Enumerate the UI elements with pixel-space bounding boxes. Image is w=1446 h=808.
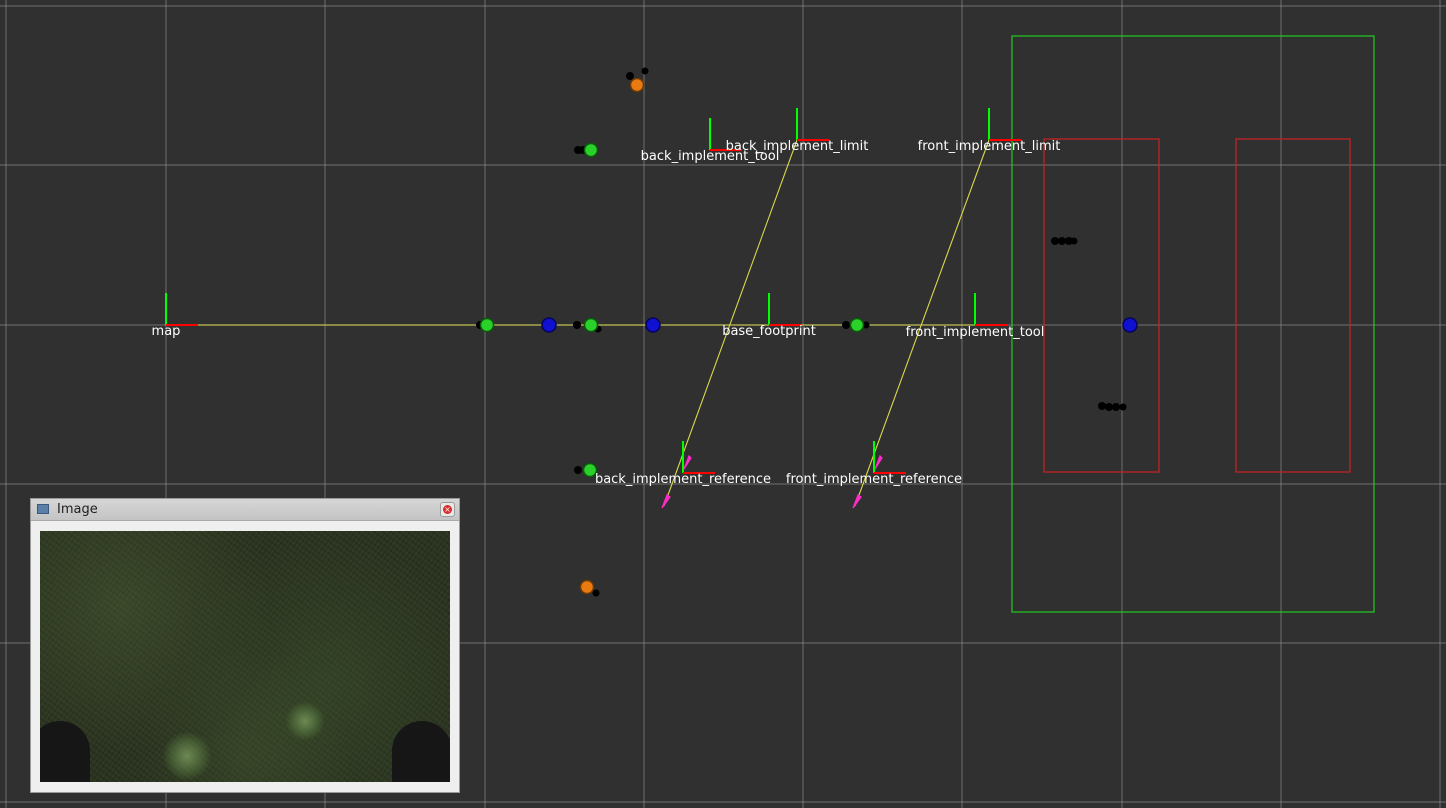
frame-axes-front-implement-limit bbox=[988, 108, 1021, 141]
frame-axes-back-implement-limit bbox=[796, 108, 829, 141]
close-icon: × bbox=[443, 505, 452, 514]
blue-marker bbox=[541, 317, 557, 333]
green-marker bbox=[849, 317, 865, 333]
frame-label-back-implement-limit: back_implement_limit bbox=[726, 139, 869, 154]
close-button[interactable]: × bbox=[440, 502, 455, 517]
point bbox=[1051, 237, 1059, 245]
arrow-head bbox=[852, 494, 862, 509]
frame-label-front-implement-limit: front_implement_limit bbox=[918, 139, 1061, 154]
point bbox=[574, 466, 582, 474]
point bbox=[1058, 237, 1066, 245]
point bbox=[1119, 403, 1127, 411]
tf-link-front-limit-reference bbox=[854, 139, 990, 507]
camera-image bbox=[40, 531, 450, 782]
outer-zone-green bbox=[1011, 35, 1375, 613]
frame-label-base-footprint: base_footprint bbox=[722, 324, 816, 339]
weed-plant bbox=[285, 701, 325, 741]
orange-marker bbox=[579, 579, 595, 595]
point bbox=[1112, 403, 1120, 411]
point bbox=[626, 72, 634, 80]
point bbox=[1105, 403, 1113, 411]
orange-marker bbox=[629, 77, 645, 93]
blue-marker bbox=[645, 317, 661, 333]
point bbox=[592, 589, 600, 597]
frame-axes-base-footprint bbox=[768, 293, 801, 326]
frame-label-map: map bbox=[152, 324, 181, 339]
frame-axes bbox=[165, 108, 1021, 474]
weed-plant bbox=[162, 731, 212, 781]
arrow-head bbox=[874, 454, 883, 470]
point bbox=[1098, 402, 1106, 410]
wheel-shadow-left bbox=[40, 721, 90, 782]
wheel-shadow-right bbox=[392, 721, 450, 782]
right-zone-red bbox=[1235, 138, 1351, 473]
frame-axes-front-implement-tool bbox=[974, 293, 1007, 326]
image-panel-title: Image bbox=[57, 502, 98, 517]
frame-labels: map back_implement_tool back_implement_l… bbox=[152, 139, 1061, 487]
rviz-3d-viewport[interactable]: map back_implement_tool back_implement_l… bbox=[0, 0, 1446, 808]
green-markers bbox=[479, 142, 865, 478]
image-icon bbox=[37, 504, 49, 514]
frame-axes-front-implement-reference bbox=[873, 441, 906, 474]
point bbox=[1070, 237, 1078, 245]
green-marker bbox=[583, 317, 599, 333]
arrow-head bbox=[683, 454, 692, 470]
frame-label-front-implement-tool: front_implement_tool bbox=[906, 325, 1045, 340]
image-panel-titlebar[interactable]: Image × bbox=[31, 499, 459, 521]
frame-axes-map bbox=[165, 293, 198, 326]
point bbox=[573, 321, 581, 329]
blue-marker bbox=[1122, 317, 1138, 333]
green-marker bbox=[479, 317, 495, 333]
image-panel[interactable]: Image × bbox=[30, 498, 460, 793]
arrow-head bbox=[661, 494, 671, 509]
frame-label-front-implement-reference: front_implement_reference bbox=[786, 472, 962, 487]
frame-label-back-implement-reference: back_implement_reference bbox=[595, 472, 771, 487]
point bbox=[641, 67, 649, 75]
green-marker bbox=[583, 142, 599, 158]
point bbox=[842, 321, 850, 329]
frame-axes-back-implement-reference bbox=[682, 441, 715, 474]
left-zone-red bbox=[1043, 138, 1160, 473]
